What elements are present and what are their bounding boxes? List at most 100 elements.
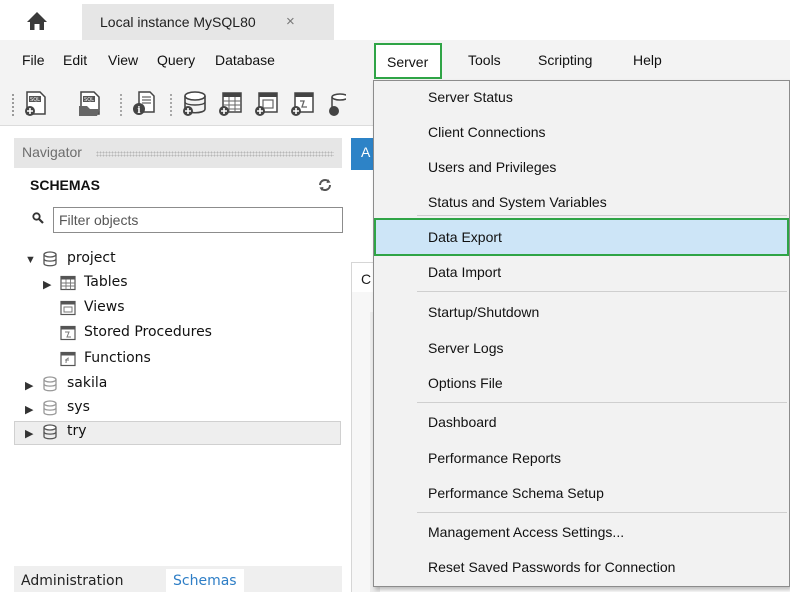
close-tab-icon[interactable]: × xyxy=(286,13,295,30)
menu-item-status-and-system-variables[interactable]: Status and System Variables xyxy=(374,186,789,218)
menu-item-label: Server Status xyxy=(428,89,513,105)
menu-item-label: Client Connections xyxy=(428,124,546,140)
menu-separator xyxy=(417,215,787,216)
menu-view[interactable]: View xyxy=(108,52,138,68)
menu-help[interactable]: Help xyxy=(633,52,662,68)
tree-item-label: Views xyxy=(84,299,125,315)
tab-administration[interactable]: Administration xyxy=(14,569,130,592)
menu-item-options-file[interactable]: Options File xyxy=(374,367,789,399)
menu-database[interactable]: Database xyxy=(215,52,275,68)
menu-item-performance-reports[interactable]: Performance Reports xyxy=(374,442,789,474)
tree-item-functions[interactable]: Functions xyxy=(14,348,342,372)
menu-server[interactable]: Server xyxy=(374,43,443,79)
menu-item-label: Server Logs xyxy=(428,340,504,356)
search-icon xyxy=(32,212,44,224)
tree-item-label: Stored Procedures xyxy=(84,324,212,340)
menu-item-label: Data Import xyxy=(428,264,502,280)
menu-item-label: Users and Privileges xyxy=(428,159,557,175)
server-menu-dropdown: Server Status Client Connections Users a… xyxy=(373,80,790,587)
open-sql-script-icon[interactable]: SQL xyxy=(76,89,104,117)
refresh-icon[interactable] xyxy=(317,177,333,193)
schema-project[interactable]: ▼ project xyxy=(14,248,342,272)
menu-item-client-connections[interactable]: Client Connections xyxy=(374,116,789,148)
filter-objects-input[interactable] xyxy=(53,207,343,233)
new-sql-tab-icon[interactable]: SQL xyxy=(22,89,50,117)
inspector-icon[interactable]: i xyxy=(130,89,158,117)
menu-item-label: Management Access Settings... xyxy=(428,524,625,540)
schema-label: sakila xyxy=(67,375,108,391)
toolbar-separator xyxy=(120,94,122,116)
tree-item-label: Tables xyxy=(84,274,128,290)
database-icon xyxy=(43,376,57,392)
functions-folder-icon xyxy=(60,351,76,367)
editor-content-panel xyxy=(351,292,380,592)
create-procedure-icon[interactable] xyxy=(288,89,316,117)
tree-item-views[interactable]: Views xyxy=(14,297,342,321)
collapsed-arrow-icon[interactable]: ▶ xyxy=(25,379,33,392)
collapsed-arrow-icon[interactable]: ▶ xyxy=(25,403,33,416)
menu-item-server-logs[interactable]: Server Logs xyxy=(374,332,789,364)
menu-bar: File Edit View Query Database Server Too… xyxy=(0,40,790,80)
menu-item-label: Dashboard xyxy=(428,414,497,430)
collapsed-arrow-icon[interactable]: ▶ xyxy=(25,427,33,440)
navigator-bottom-tabs: Administration Schemas xyxy=(14,566,342,592)
menu-item-startup-shutdown[interactable]: Startup/Shutdown xyxy=(374,296,789,328)
schemas-title: SCHEMAS xyxy=(30,177,101,193)
menu-item-label: Startup/Shutdown xyxy=(428,304,540,320)
editor-subtab[interactable]: C xyxy=(351,262,375,292)
title-tab-strip: Local instance MySQL80 × xyxy=(0,0,790,40)
menu-item-management-access-settings[interactable]: Management Access Settings... xyxy=(374,516,789,548)
tab-schemas[interactable]: Schemas xyxy=(166,569,244,592)
views-folder-icon xyxy=(60,300,76,316)
connection-tab[interactable]: Local instance MySQL80 × xyxy=(82,4,334,40)
menu-item-performance-schema-setup[interactable]: Performance Schema Setup xyxy=(374,477,789,509)
svg-text:SQL: SQL xyxy=(84,97,94,103)
tree-item-tables[interactable]: ▶ Tables xyxy=(14,272,342,296)
svg-text:SQL: SQL xyxy=(30,97,40,103)
tree-item-label: Functions xyxy=(84,350,151,366)
navigator-title: Navigator xyxy=(22,144,82,160)
create-schema-icon[interactable] xyxy=(180,89,208,117)
tree-item-stored-procedures[interactable]: Stored Procedures xyxy=(14,322,342,346)
menu-scripting[interactable]: Scripting xyxy=(538,52,592,68)
toolbar-overflow-icon[interactable] xyxy=(326,89,346,117)
schema-try[interactable]: ▶ try xyxy=(14,421,341,445)
menu-item-reset-saved-passwords[interactable]: Reset Saved Passwords for Connection xyxy=(374,551,789,583)
menu-item-label: Performance Reports xyxy=(428,450,562,466)
menu-item-users-and-privileges[interactable]: Users and Privileges xyxy=(374,151,789,183)
create-view-icon[interactable] xyxy=(252,89,280,117)
menu-item-data-import[interactable]: Data Import xyxy=(374,257,789,289)
menu-separator xyxy=(417,402,787,403)
schema-label: sys xyxy=(67,399,90,415)
menu-edit[interactable]: Edit xyxy=(63,52,87,68)
menu-separator xyxy=(417,291,787,292)
menu-item-label: Status and System Variables xyxy=(428,194,607,210)
menu-query[interactable]: Query xyxy=(157,52,195,68)
menu-item-server-status[interactable]: Server Status xyxy=(374,81,789,113)
schema-sakila[interactable]: ▶ sakila xyxy=(14,373,342,397)
create-table-icon[interactable] xyxy=(216,89,244,117)
database-icon xyxy=(43,251,57,267)
schema-sys[interactable]: ▶ sys xyxy=(14,397,342,421)
editor-subtab-label: C xyxy=(361,271,372,287)
navigator-grip[interactable] xyxy=(96,151,334,157)
menu-item-label: Performance Schema Setup xyxy=(428,485,604,501)
database-icon xyxy=(43,400,57,416)
stored-procedures-folder-icon xyxy=(60,325,76,341)
schema-label: project xyxy=(67,250,116,266)
connection-tab-title: Local instance MySQL80 xyxy=(100,14,256,30)
menu-item-label: Options File xyxy=(428,375,503,391)
database-icon xyxy=(43,424,57,440)
collapsed-arrow-icon[interactable]: ▶ xyxy=(43,278,51,291)
menu-tools[interactable]: Tools xyxy=(468,52,501,68)
home-icon[interactable] xyxy=(26,10,48,32)
menu-item-dashboard[interactable]: Dashboard xyxy=(374,406,789,438)
toolbar-grip xyxy=(12,94,14,116)
menu-item-data-export[interactable]: Data Export xyxy=(374,218,789,256)
menu-file[interactable]: File xyxy=(22,52,45,68)
navigator-header: Navigator xyxy=(14,138,342,168)
navigator-panel: Navigator SCHEMAS ▼ project ▶ Tables xyxy=(14,138,343,592)
editor-tab[interactable]: A xyxy=(351,138,375,170)
svg-text:i: i xyxy=(137,106,141,116)
expanded-arrow-icon[interactable]: ▼ xyxy=(25,254,36,266)
